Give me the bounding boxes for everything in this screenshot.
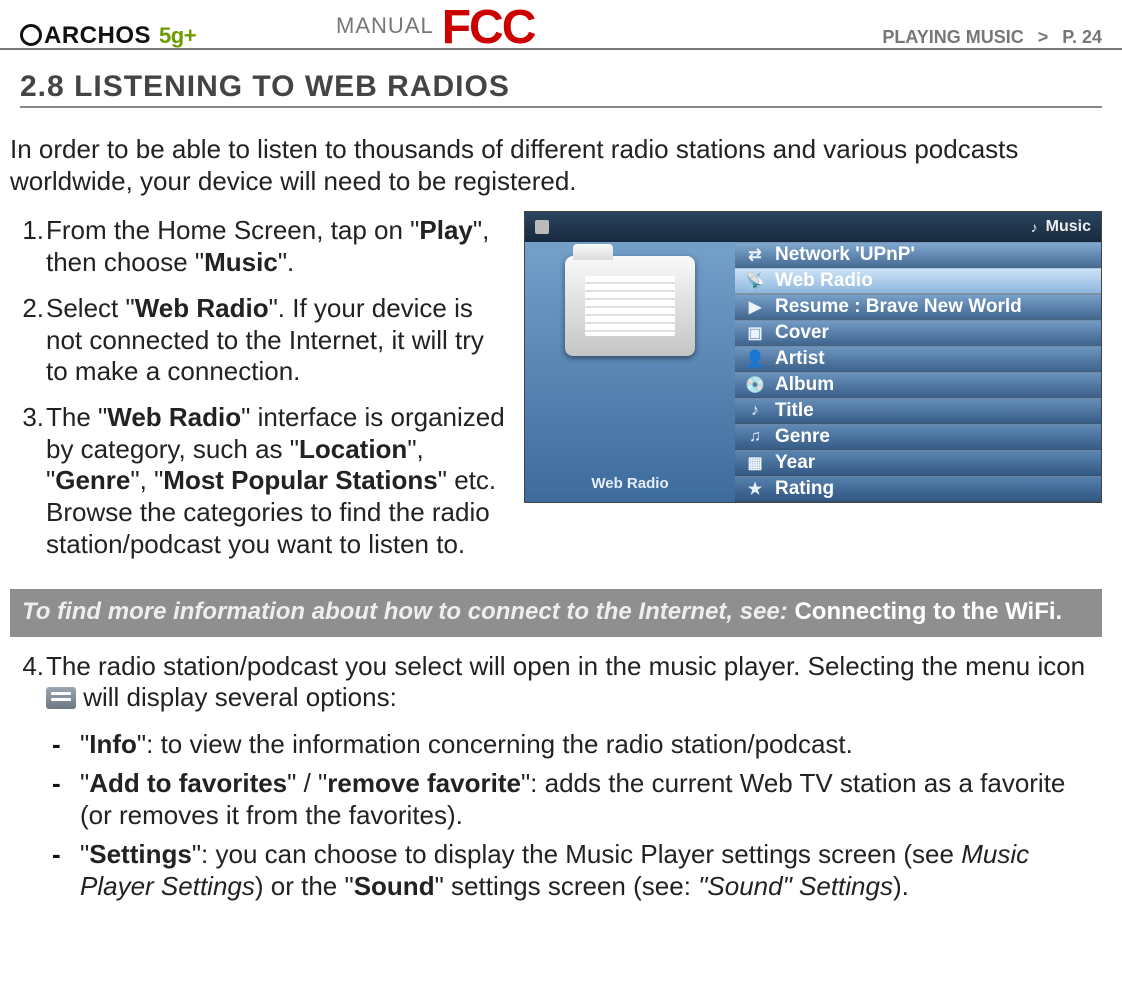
list-item: ★Rating [735, 476, 1101, 502]
screenshot-body: Web Radio ⇄Network 'UPnP' 📡Web Radio ▶Re… [525, 242, 1101, 502]
page-number: P. 24 [1062, 27, 1102, 48]
list-item: ♫Genre [735, 424, 1101, 450]
page-header: ARCHOS 5g+ MANUAL FCC PLAYING MUSIC > P.… [0, 0, 1122, 50]
step-1: 1. From the Home Screen, tap on "Play", … [16, 215, 506, 278]
folder-icon [565, 256, 695, 356]
bullet-dash: - [52, 838, 80, 903]
back-icon [535, 220, 549, 234]
section-title-text: LISTENING TO WEB RADIOS [74, 70, 510, 103]
screenshot-left-panel: Web Radio [525, 242, 735, 502]
album-icon: 💿 [745, 375, 765, 395]
section-title: 2.8 LISTENING TO WEB RADIOS [20, 70, 510, 103]
step-3: 3. The "Web Radio" interface is organize… [16, 402, 506, 561]
step-number: 3. [16, 402, 46, 561]
calendar-icon: ▦ [745, 453, 765, 473]
screenshot-menu-list: ⇄Network 'UPnP' 📡Web Radio ▶Resume : Bra… [735, 242, 1101, 502]
bullet-text: "Settings": you can choose to display th… [80, 838, 1102, 903]
brand-logo: ARCHOS [20, 22, 151, 50]
bullet-text: "Add to favorites" / "remove favorite": … [80, 767, 1102, 832]
bullet-item: - "Add to favorites" / "remove favorite"… [52, 767, 1102, 832]
step-number: 4. [16, 651, 46, 714]
chevron-right-icon: > [1038, 27, 1049, 48]
step-2: 2. Select "Web Radio". If your device is… [16, 293, 506, 388]
resume-icon: ▶ [745, 297, 765, 317]
antenna-icon: 📡 [745, 271, 765, 291]
music-note-icon: ♪ [1031, 219, 1038, 235]
list-item: ▣Cover [735, 320, 1101, 346]
list-item: ⇄Network 'UPnP' [735, 242, 1101, 268]
section-name: PLAYING MUSIC [882, 27, 1023, 48]
bullet-text: "Info": to view the information concerni… [80, 728, 853, 761]
artist-icon: 👤 [745, 349, 765, 369]
title-icon: ♪ [745, 401, 765, 421]
list-item: 👤Artist [735, 346, 1101, 372]
bullet-item: - "Settings": you can choose to display … [52, 838, 1102, 903]
screenshot-left-label: Web Radio [591, 475, 668, 492]
cover-icon: ▣ [745, 323, 765, 343]
rating-icon: ★ [745, 479, 765, 499]
section-number: 2.8 [20, 70, 65, 103]
info-callout: To find more information about how to co… [10, 589, 1102, 637]
bullet-dash: - [52, 767, 80, 832]
model-label: 5g+ [159, 23, 196, 49]
fcc-label: FCC [442, 4, 535, 52]
step-4: 4. The radio station/podcast you select … [10, 651, 1102, 903]
screenshot-title: Music [1046, 218, 1091, 236]
network-icon: ⇄ [745, 245, 765, 265]
genre-icon: ♫ [745, 427, 765, 447]
steps-row: 1. From the Home Screen, tap on "Play", … [10, 211, 1102, 574]
callout-lead: To find more information about how to co… [22, 598, 794, 625]
device-screenshot: ♪ Music Web Radio ⇄Network 'UPnP' 📡Web R… [524, 211, 1102, 503]
manual-label: MANUAL [336, 13, 434, 39]
steps-list: 1. From the Home Screen, tap on "Play", … [10, 211, 506, 574]
step-text: The radio station/podcast you select wil… [46, 651, 1102, 714]
step-text: Select "Web Radio". If your device is no… [46, 293, 506, 388]
step-text: From the Home Screen, tap on "Play", the… [46, 215, 506, 278]
step-number: 1. [16, 215, 46, 278]
intro-paragraph: In order to be able to listen to thousan… [10, 134, 1102, 197]
callout-link: Connecting to the WiFi. [794, 598, 1062, 625]
brand-logo-text: ARCHOS [44, 22, 151, 49]
header-right: PLAYING MUSIC > P. 24 [882, 27, 1102, 48]
step-number: 2. [16, 293, 46, 388]
menu-icon [46, 687, 76, 709]
section-title-bar: 2.8 LISTENING TO WEB RADIOS [20, 70, 1102, 108]
list-item: 💿Album [735, 372, 1101, 398]
list-item: ▶Resume : Brave New World [735, 294, 1101, 320]
step-text: The "Web Radio" interface is organized b… [46, 402, 506, 561]
bullet-item: - "Info": to view the information concer… [52, 728, 1102, 761]
body: In order to be able to listen to thousan… [0, 112, 1122, 919]
screenshot-titlebar: ♪ Music [525, 212, 1101, 242]
list-item: 📡Web Radio [735, 268, 1101, 294]
bullet-list: - "Info": to view the information concer… [52, 728, 1102, 903]
list-item: ♪Title [735, 398, 1101, 424]
bullet-dash: - [52, 728, 80, 761]
list-item: ▦Year [735, 450, 1101, 476]
